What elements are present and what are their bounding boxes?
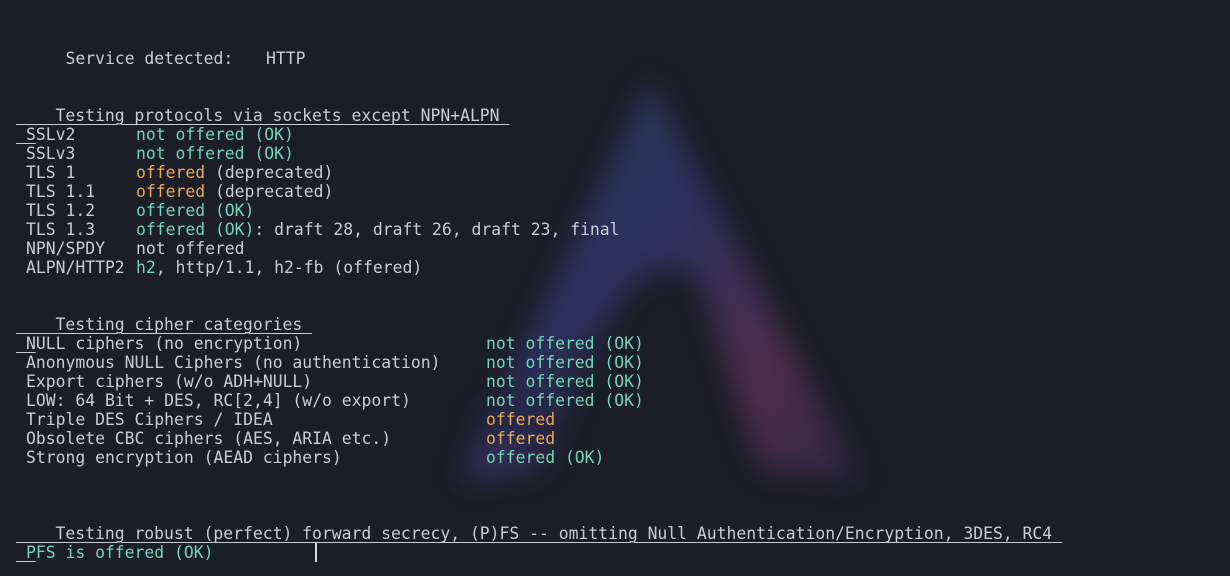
cipher-name: Export ciphers (w/o ADH+NULL)	[26, 372, 313, 391]
protocol-row: TLS 1.1 offered (deprecated)	[26, 182, 333, 201]
protocol-note: (deprecated)	[205, 182, 334, 201]
protocol-row: NPN/SPDY not offered	[26, 239, 245, 258]
service-label: Service detected:	[65, 49, 234, 68]
protocols-header: Testing protocols via sockets except NPN…	[55, 106, 500, 125]
service-value: HTTP	[266, 49, 306, 68]
protocol-name: TLS 1.1	[26, 182, 96, 201]
cipher-row: Triple DES Ciphers / IDEA offered	[26, 410, 555, 429]
cipher-status: not offered (OK)	[486, 391, 644, 410]
protocol-note: (deprecated)	[205, 163, 334, 182]
protocol-status: h2	[136, 258, 156, 277]
cipher-status: not offered (OK)	[486, 372, 644, 391]
cipher-status: not offered (OK)	[486, 334, 644, 353]
protocol-status: not offered (OK)	[136, 125, 294, 144]
cipher-name: Strong encryption (AEAD ciphers)	[26, 448, 342, 467]
cipher-name: Triple DES Ciphers / IDEA	[26, 410, 273, 429]
protocol-row: TLS 1.2 offered (OK)	[26, 201, 254, 220]
protocols-header-pad	[16, 87, 26, 106]
protocol-name: NPN/SPDY	[26, 239, 105, 258]
protocol-row: SSLv2 not offered (OK)	[26, 125, 294, 144]
cipher-name: LOW: 64 Bit + DES, RC[2,4] (w/o export)	[26, 391, 411, 410]
cipher-status: offered	[486, 429, 556, 448]
cipher-name: Obsolete CBC ciphers (AES, ARIA etc.)	[26, 429, 392, 448]
cipher-row: NULL ciphers (no encryption) not offered …	[26, 334, 644, 353]
cipher-name: NULL ciphers (no encryption)	[26, 334, 303, 353]
cipher-status: offered (OK)	[486, 448, 605, 467]
protocol-status: offered (OK)	[136, 220, 255, 239]
protocol-row: ALPN/HTTP2 h2, http/1.1, h2-fb (offered)	[26, 258, 422, 277]
protocol-status: not offered (OK)	[136, 144, 294, 163]
service-detected-line: Service detected: HTTP	[26, 30, 305, 68]
protocol-name: TLS 1.2	[26, 201, 96, 220]
pfs-result: PFS is offered (OK)	[26, 543, 214, 562]
cipher-row: Anonymous NULL Ciphers (no authenticatio…	[26, 353, 644, 372]
protocol-row: TLS 1 offered (deprecated)	[26, 163, 333, 182]
cipher-row: LOW: 64 Bit + DES, RC[2,4] (w/o export) n…	[26, 391, 644, 410]
protocol-status: offered (OK)	[136, 201, 255, 220]
cipher-name: Anonymous NULL Ciphers (no authenticatio…	[26, 353, 441, 372]
cipher-row: Strong encryption (AEAD ciphers) offered …	[26, 448, 604, 467]
cipher-row: Obsolete CBC ciphers (AES, ARIA etc.) off…	[26, 429, 555, 448]
protocol-status: offered	[136, 163, 206, 182]
protocol-row: SSLv3 not offered (OK)	[26, 144, 294, 163]
protocol-name: SSLv3	[26, 144, 76, 163]
protocol-note: , http/1.1, h2-fb (offered)	[155, 258, 423, 277]
protocol-name: ALPN/HTTP2	[26, 258, 125, 277]
protocol-note: not offered	[136, 239, 245, 258]
protocol-name: SSLv2	[26, 125, 76, 144]
pfs-header: Testing robust (perfect) forward secrecy…	[55, 524, 1053, 543]
text-cursor	[315, 543, 317, 562]
cipher-status: offered	[486, 410, 556, 429]
terminal-output: Service detected: HTTP Testing protocols …	[0, 0, 1230, 576]
cipher-status: not offered (OK)	[486, 353, 644, 372]
cipher-row: Export ciphers (w/o ADH+NULL) not offered…	[26, 372, 644, 391]
ciphers-header: Testing cipher categories	[55, 315, 303, 334]
protocol-row: TLS 1.3 offered (OK): draft 28, draft 26,…	[26, 220, 620, 239]
protocol-note: : draft 28, draft 26, draft 23, final	[254, 220, 620, 239]
protocol-status: offered	[136, 182, 206, 201]
protocol-name: TLS 1	[26, 163, 76, 182]
protocol-name: TLS 1.3	[26, 220, 96, 239]
